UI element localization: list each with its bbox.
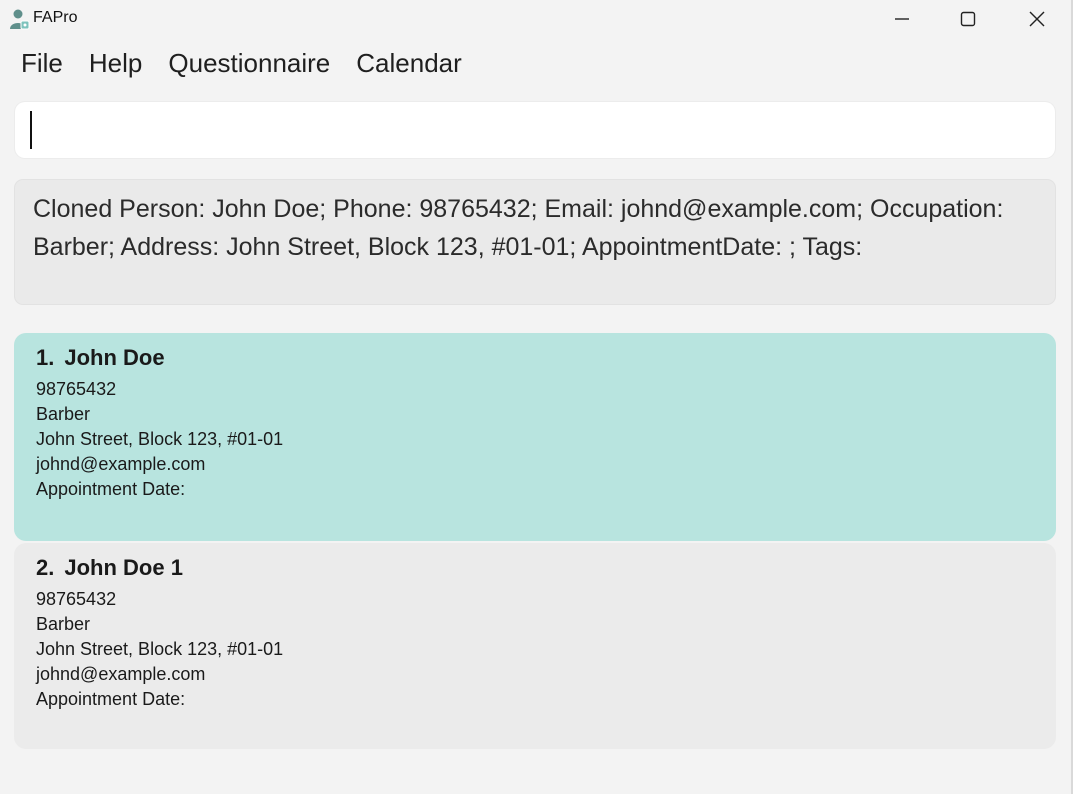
command-input[interactable] [15,102,1055,158]
person-email: johnd@example.com [36,454,206,474]
result-display: Cloned Person: John Doe; Phone: 98765432… [15,180,1055,304]
menu-questionnaire[interactable]: Questionnaire [155,44,343,88]
command-box [15,102,1055,158]
person-card-1[interactable]: 1. John Doe 98765432 Barber John Street, … [14,333,1056,541]
text-caret [30,111,32,149]
minimize-button[interactable] [872,0,932,38]
person-appointment: Appointment Date: [36,479,186,499]
person-phone: 98765432 [36,589,117,609]
menu-calendar[interactable]: Calendar [343,44,475,88]
person-occupation: Barber [36,404,91,424]
person-email: johnd@example.com [36,664,206,684]
result-text: Cloned Person: John Doe; Phone: 98765432… [33,195,1004,261]
app-window: FAPro File Help Questionnaire Calendar C… [0,0,1073,794]
person-name: John Doe [64,345,165,370]
menu-file[interactable]: File [8,44,76,88]
close-icon [1029,11,1045,27]
person-name: John Doe 1 [64,555,183,580]
app-logo-icon [10,9,30,30]
minimize-icon [895,18,909,20]
close-button[interactable] [1007,0,1067,38]
menu-bar: File Help Questionnaire Calendar [8,44,475,88]
person-phone: 98765432 [36,379,117,399]
menu-help[interactable]: Help [76,44,155,88]
title-bar: FAPro [0,0,1073,38]
person-index: 1. [36,345,55,370]
person-address: John Street, Block 123, #01-01 [36,429,284,449]
person-card-2[interactable]: 2. John Doe 1 98765432 Barber John Street… [14,543,1056,749]
person-name-row: 1. John Doe [36,345,1034,371]
person-name-row: 2. John Doe 1 [36,555,1034,581]
person-index: 2. [36,555,55,580]
window-title: FAPro [33,9,78,26]
person-occupation: Barber [36,614,91,634]
maximize-icon [960,11,976,27]
maximize-button[interactable] [938,0,998,38]
person-address: John Street, Block 123, #01-01 [36,639,284,659]
person-appointment: Appointment Date: [36,689,186,709]
